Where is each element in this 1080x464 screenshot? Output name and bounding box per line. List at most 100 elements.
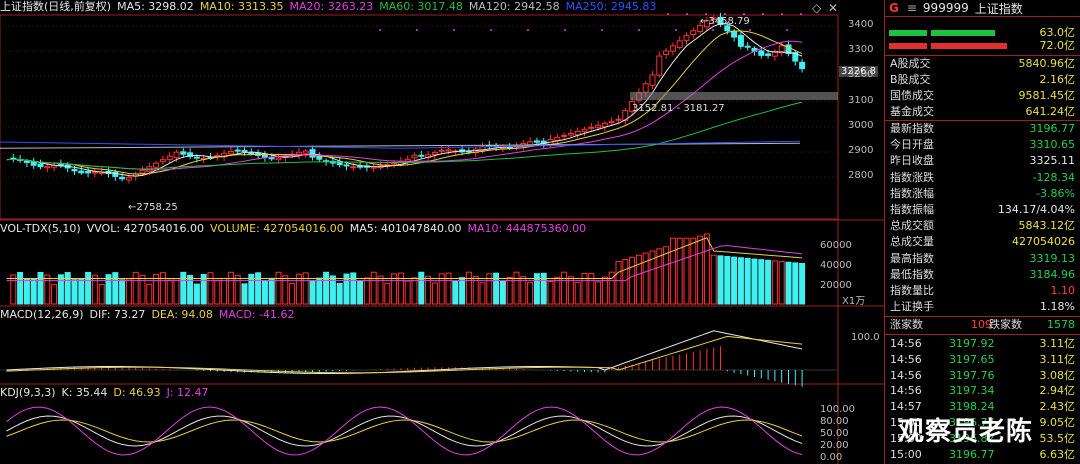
volume-bar [207,272,214,305]
signal-dot [675,29,677,31]
stat-label: 指数振幅 [890,203,934,216]
index-badge[interactable]: G [889,1,899,15]
down-count: 1578 [1047,318,1075,331]
high-value: 3458.79 [708,16,750,27]
volume-bar [125,278,132,305]
candle-body [391,162,398,165]
volume-bar [370,271,377,305]
volume-bar [479,282,486,305]
candle-body [357,165,364,168]
signal-dot [786,29,788,31]
candle-body [241,150,248,153]
stat-value: 3184.96 [1029,267,1076,281]
volume-bar [302,272,309,305]
tick-row[interactable]: 14:56 3197.34 2.94亿 [885,383,1080,399]
k-label: K: 35.44 [61,386,108,399]
volume-bar [799,262,806,305]
candle-body [758,50,765,56]
axis-tick-label: 60000 [820,240,852,251]
tick-row[interactable]: 15:00 3196.77 6.63亿 [885,447,1080,463]
candle-body [527,141,534,146]
stat-label: 指数量比 [890,284,934,297]
turnover-value: 5840.96亿 [1018,57,1076,70]
vvol-label: VVOL: 427054016.00 [86,222,205,235]
signal-dot [416,29,418,31]
index-code: 999999 [922,1,969,15]
quote-header: G ≡ 999999 上证指数 [885,0,1080,17]
volume-bar [765,259,772,305]
candle-body [445,149,452,152]
candle-body [227,151,234,155]
stat-row: 指数涨幅 -3.86% [885,186,1080,202]
candle-body [302,150,309,154]
axis-tick-label: 50.00 [820,428,849,439]
turnover-label: 国债成交 [890,89,934,102]
volume-legend: VOL-TDX(5,10) VVOL: 427054016.00 VOLUME:… [0,222,592,236]
volume-bar [683,237,690,305]
volume-bar [445,272,452,305]
breadth-row: 涨家数 109 跌家数 1578 [885,317,1080,333]
volume-bar [316,277,323,305]
window-restore-icon[interactable]: ◇ [812,1,821,15]
volume-bar [527,282,534,305]
stat-label: 最低指数 [890,267,934,281]
turnover-label: 基金成交 [890,105,934,118]
tick-price: 3197.76 [949,368,995,382]
stat-value: 3310.65 [1029,138,1076,152]
volume-bar [336,282,343,305]
tick-row[interactable]: 14:56 3197.92 3.11亿 [885,336,1080,352]
volume-bar [255,272,262,305]
bar-2-value: 72.0亿 [1039,39,1076,52]
tick-value: 3.08亿 [1039,368,1076,382]
divider [885,334,1080,335]
axis-tick-label: 80.00 [820,416,849,427]
volume-bar [431,282,438,305]
stat-value: 1.10 [1050,284,1076,297]
candle-body [574,130,581,136]
candle-body [91,171,98,174]
volume-bar [363,277,370,305]
volume-bar [785,261,792,305]
candle-body [119,176,126,180]
volume-bar [384,282,391,305]
candle-body [193,156,200,159]
signal-dot [749,29,751,31]
tick-time: 14:56 [890,337,922,350]
tick-time: 15:00 [890,447,922,461]
stat-row: 上证换手 1.18% [885,299,1080,315]
tick-value: 6.63亿 [1039,447,1076,461]
axis-tick-label: 100.0 [851,332,880,343]
stat-label: 最新指数 [890,122,934,135]
buy-sell-bar-2: 72.0亿 [885,38,1080,54]
axis-tick-label: 20.00 [820,440,849,451]
candle-body [23,160,30,163]
candle-body [588,126,595,129]
candle-body [411,154,418,159]
bar-segment [889,43,927,49]
close-icon[interactable]: ✕ [828,1,838,15]
stat-row: 最新指数 3196.77 [885,121,1080,137]
tick-row[interactable]: 14:56 3197.65 3.11亿 [885,352,1080,368]
axis-tick-label: 3400 [848,18,874,30]
volume-bar [635,254,642,305]
stat-row: 最低指数 3184.96 [885,267,1080,283]
turnover-value: 641.24亿 [1025,105,1076,118]
menu-icon[interactable]: ≡ [907,1,917,15]
stat-value: 1.18% [1040,300,1075,314]
turnover-value: 9581.45亿 [1018,89,1076,102]
volume-bar [17,272,24,305]
stat-value: 427054026 [1012,235,1075,249]
volume-bar [282,275,289,305]
candle-body [166,155,173,161]
volume-bar [724,255,731,305]
volume-bar [64,272,71,305]
candle-body [78,170,85,174]
candle-body [765,53,772,56]
volume-bar [180,271,187,305]
tick-value: 2.94亿 [1039,384,1076,398]
candle-body [153,162,160,168]
low-annotation: ←2758.25 [128,202,178,213]
candle-body [683,35,690,41]
tick-row[interactable]: 14:56 3197.76 3.08亿 [885,368,1080,384]
volume-bar [98,283,105,305]
